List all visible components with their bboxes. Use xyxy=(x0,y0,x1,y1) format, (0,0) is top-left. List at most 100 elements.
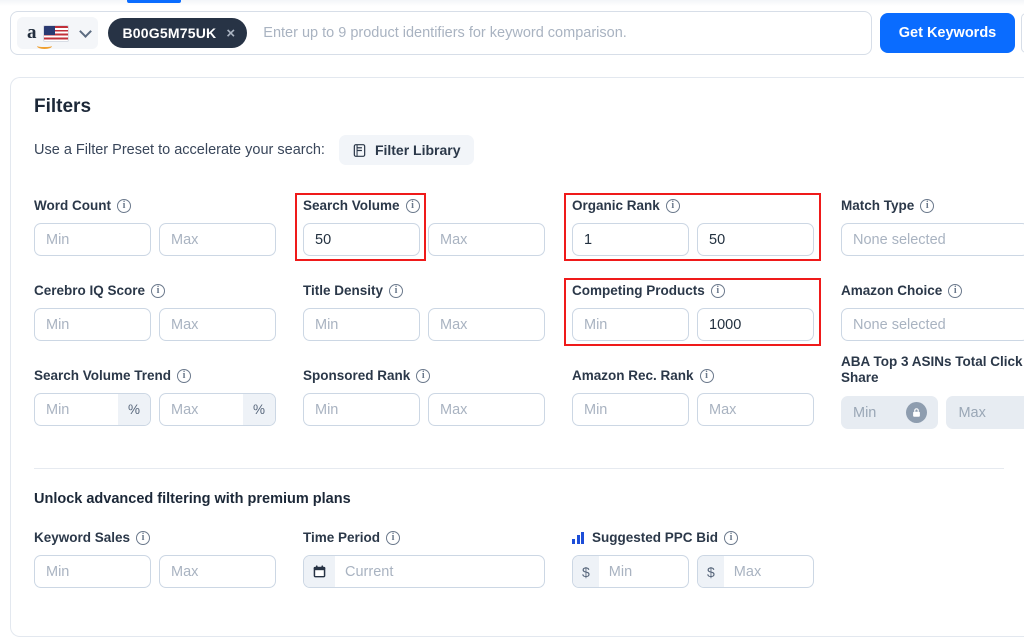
search-volume-trend-max-input[interactable]: Max % xyxy=(159,393,276,426)
info-icon[interactable]: i xyxy=(710,283,725,298)
lock-icon xyxy=(906,402,928,423)
filter-label: Cerebro IQ Score i xyxy=(34,281,276,300)
product-search-bar: a B00G5M75UK × xyxy=(10,11,872,55)
premium-filters-grid: Keyword Sales i Min Max Time Period i Cu… xyxy=(34,528,1024,613)
sponsored-rank-min-input[interactable]: Min xyxy=(303,393,420,426)
competing-products-min-input[interactable]: Min xyxy=(572,308,689,341)
amazon-choice-select[interactable]: None selected xyxy=(841,308,1024,341)
filter-row-1: Word Count i Min Max Search Volume i 50 … xyxy=(34,196,1024,281)
dollar-prefix: $ xyxy=(573,556,599,587)
filter-keyword-sales: Keyword Sales i Min Max xyxy=(34,528,276,588)
info-icon[interactable]: i xyxy=(389,283,404,298)
info-icon[interactable]: i xyxy=(665,198,680,213)
info-icon[interactable]: i xyxy=(416,368,431,383)
us-flag-icon xyxy=(42,24,69,42)
filter-label: Organic Rank i xyxy=(572,196,814,215)
info-icon[interactable]: i xyxy=(136,530,151,545)
sponsored-rank-max-input[interactable]: Max xyxy=(428,393,545,426)
amazon-rec-rank-max-input[interactable]: Max xyxy=(697,393,814,426)
amazon-logo-icon: a xyxy=(27,23,52,49)
filter-label: Amazon Rec. Rank i xyxy=(572,366,814,385)
filter-preset-text: Use a Filter Preset to accelerate your s… xyxy=(34,142,325,158)
filter-aba-top3-click-share: ABA Top 3 ASINs Total Click Share Min Ma… xyxy=(841,354,1024,429)
word-count-max-input[interactable]: Max xyxy=(159,223,276,256)
book-icon xyxy=(353,143,366,157)
filter-label: Sponsored Rank i xyxy=(303,366,545,385)
organic-rank-min-input[interactable]: 1 xyxy=(572,223,689,256)
filter-row-3: Search Volume Trend i Min % Max % Sponso… xyxy=(34,354,1024,461)
filter-amazon-choice: Amazon Choice i None selected xyxy=(841,281,1024,341)
title-density-min-input[interactable]: Min xyxy=(303,308,420,341)
filter-sponsored-rank: Sponsored Rank i Min Max xyxy=(303,366,545,426)
filter-label-text: Time Period xyxy=(303,530,381,545)
info-icon[interactable]: i xyxy=(920,198,935,213)
keyword-sales-max-input[interactable]: Max xyxy=(159,555,276,588)
filter-amazon-rec-rank: Amazon Rec. Rank i Min Max xyxy=(572,366,814,426)
chevron-down-icon xyxy=(78,24,92,38)
competing-products-max-input[interactable]: 1000 xyxy=(697,308,814,341)
filter-label: Search Volume i xyxy=(303,196,545,215)
info-icon[interactable]: i xyxy=(699,368,714,383)
bar-chart-icon xyxy=(572,531,584,544)
filter-label-text: Search Volume Trend xyxy=(34,368,172,383)
info-icon[interactable]: i xyxy=(948,283,963,298)
filter-match-type: Match Type i None selected xyxy=(841,196,1024,256)
filter-label-text: Suggested PPC Bid xyxy=(592,530,719,545)
search-volume-trend-min-input[interactable]: Min % xyxy=(34,393,151,426)
time-period-select[interactable]: Current xyxy=(303,555,545,588)
remove-asin-icon[interactable]: × xyxy=(226,26,235,41)
product-identifier-input[interactable] xyxy=(261,24,871,42)
page-title: Filters xyxy=(34,96,92,117)
percent-suffix: % xyxy=(117,394,150,425)
filter-label: Title Density i xyxy=(303,281,545,300)
filter-label-text: Title Density xyxy=(303,283,384,298)
title-density-max-input[interactable]: Max xyxy=(428,308,545,341)
filter-suggested-ppc-bid: Suggested PPC Bid i $ Min $ Max xyxy=(572,528,814,588)
word-count-min-input[interactable]: Min xyxy=(34,223,151,256)
ppc-bid-min-input[interactable]: $ Min xyxy=(572,555,689,588)
filter-label: ABA Top 3 ASINs Total Click Share xyxy=(841,354,1024,388)
match-type-select[interactable]: None selected xyxy=(841,223,1024,256)
filter-label-text: Sponsored Rank xyxy=(303,368,411,383)
filter-label-text: Competing Products xyxy=(572,283,705,298)
filter-label-text: Cerebro IQ Score xyxy=(34,283,146,298)
filter-label: Word Count i xyxy=(34,196,276,215)
filter-label-text: Match Type xyxy=(841,198,915,213)
filter-label: Keyword Sales i xyxy=(34,528,276,547)
asin-chip[interactable]: B00G5M75UK × xyxy=(107,18,248,48)
filter-label-text: Organic Rank xyxy=(572,198,660,213)
search-volume-max-input[interactable]: Max xyxy=(428,223,545,256)
info-icon[interactable]: i xyxy=(724,530,739,545)
filter-competing-products: Competing Products i Min 1000 xyxy=(572,281,814,341)
filter-label: Competing Products i xyxy=(572,281,814,300)
filter-preset-row: Use a Filter Preset to accelerate your s… xyxy=(34,135,474,165)
ppc-bid-max-input[interactable]: $ Max xyxy=(697,555,814,588)
info-icon[interactable]: i xyxy=(116,198,131,213)
premium-section-title: Unlock advanced filtering with premium p… xyxy=(34,491,351,507)
search-volume-min-input[interactable]: 50 xyxy=(303,223,420,256)
calendar-icon xyxy=(304,556,335,587)
organic-rank-max-input[interactable]: 50 xyxy=(697,223,814,256)
filter-library-button[interactable]: Filter Library xyxy=(338,135,474,165)
filter-time-period: Time Period i Current xyxy=(303,528,545,588)
filter-word-count: Word Count i Min Max xyxy=(34,196,276,256)
info-icon[interactable]: i xyxy=(386,530,401,545)
marketplace-selector[interactable]: a xyxy=(17,17,98,49)
keyword-sales-min-input[interactable]: Min xyxy=(34,555,151,588)
active-tab-indicator xyxy=(127,0,181,3)
filter-label-text: Word Count xyxy=(34,198,111,213)
amazon-rec-rank-min-input[interactable]: Min xyxy=(572,393,689,426)
info-icon[interactable]: i xyxy=(151,283,166,298)
filter-search-volume: Search Volume i 50 Max xyxy=(303,196,545,256)
filter-label-text: Amazon Choice xyxy=(841,283,943,298)
get-keywords-button[interactable]: Get Keywords xyxy=(880,13,1015,53)
info-icon[interactable]: i xyxy=(177,368,192,383)
cerebro-iq-max-input[interactable]: Max xyxy=(159,308,276,341)
asin-chip-label: B00G5M75UK xyxy=(122,25,217,41)
cerebro-iq-min-input[interactable]: Min xyxy=(34,308,151,341)
filter-label-text: ABA Top 3 ASINs Total Click Share xyxy=(841,354,1023,385)
info-icon[interactable]: i xyxy=(405,198,420,213)
filter-label: Match Type i xyxy=(841,196,1024,215)
filter-organic-rank: Organic Rank i 1 50 xyxy=(572,196,814,256)
filter-label: Time Period i xyxy=(303,528,545,547)
